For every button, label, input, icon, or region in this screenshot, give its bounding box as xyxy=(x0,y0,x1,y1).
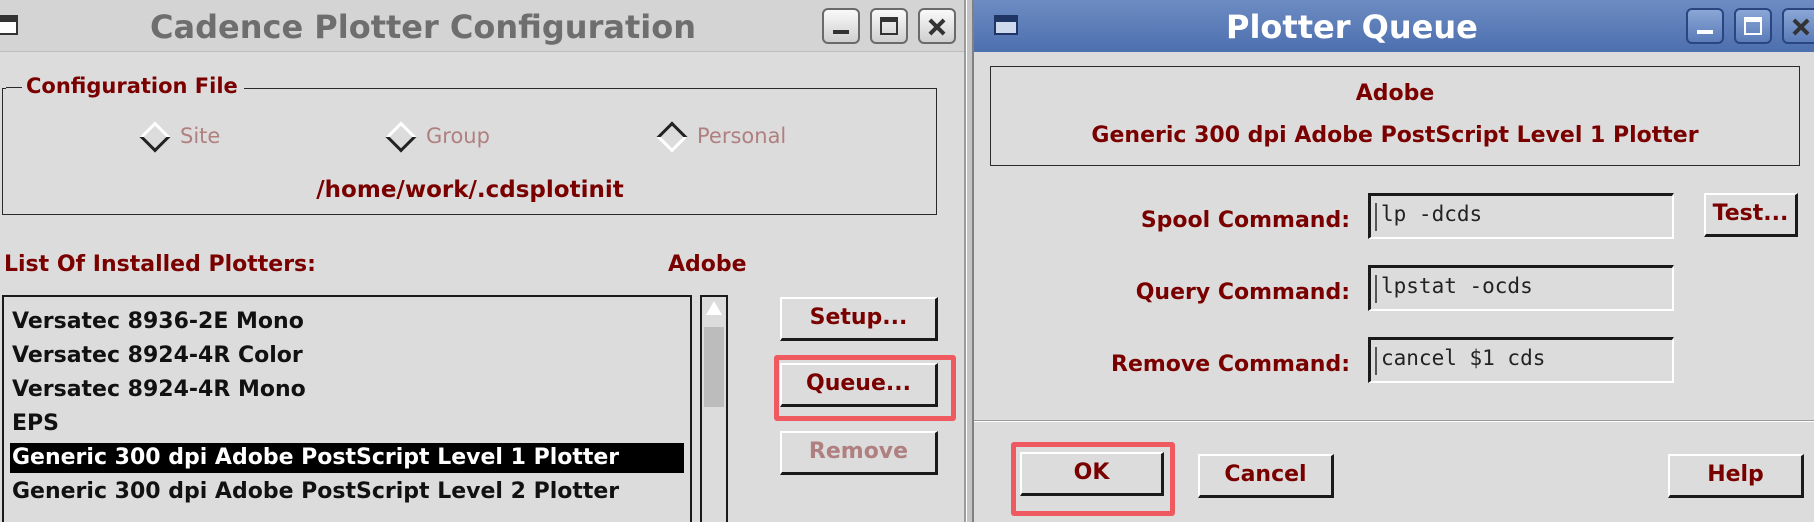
spool-command-label: Spool Command: xyxy=(1140,208,1350,233)
installed-plotters-label: List Of Installed Plotters: xyxy=(4,252,316,277)
minimize-icon xyxy=(1697,30,1713,34)
configuration-file-label: Configuration File xyxy=(6,74,244,98)
minimize-button[interactable] xyxy=(1686,8,1724,44)
window-menu-icon[interactable] xyxy=(994,15,1018,35)
help-button[interactable]: Help xyxy=(1668,454,1804,498)
installed-plotters-list[interactable]: Versatec 8936-2E Mono Versatec 8924-4R C… xyxy=(2,295,692,522)
list-item[interactable]: Generic 300 dpi Adobe PostScript Level 2… xyxy=(10,477,684,507)
close-icon xyxy=(1784,10,1814,42)
ok-button[interactable]: OK xyxy=(1020,452,1164,496)
list-item[interactable]: Versatec 8924-4R Mono xyxy=(10,375,684,405)
spool-command-value: lp -dcds xyxy=(1381,202,1483,226)
queue-titlebar[interactable]: Plotter Queue xyxy=(974,0,1814,52)
plotter-info-box: Adobe Generic 300 dpi Adobe PostScript L… xyxy=(990,66,1800,166)
plotter-config-window: Cadence Plotter Configuration Configurat… xyxy=(0,0,966,522)
maximize-button[interactable] xyxy=(1734,8,1772,44)
radio-site-label: Site xyxy=(180,124,221,148)
scroll-thumb[interactable] xyxy=(704,327,724,407)
radio-group-label: Group xyxy=(426,124,490,148)
selected-plotter-name: Adobe xyxy=(668,252,747,277)
text-caret xyxy=(1375,203,1377,231)
scroll-up-arrow-icon[interactable] xyxy=(706,301,722,315)
query-command-label: Query Command: xyxy=(1135,280,1350,305)
list-item[interactable]: EPS xyxy=(10,409,684,439)
maximize-button[interactable] xyxy=(870,8,908,44)
queue-window-title: Plotter Queue xyxy=(1226,8,1478,46)
maximize-icon xyxy=(1744,17,1762,35)
config-window-title: Cadence Plotter Configuration xyxy=(150,8,696,46)
text-caret xyxy=(1375,347,1377,375)
remove-command-value: cancel $1 cds xyxy=(1381,346,1546,370)
plotter-queue-window: Plotter Queue Adobe Generic 300 dpi Adob… xyxy=(972,0,1814,522)
radio-personal-label: Personal xyxy=(697,124,787,148)
plotter-name: Adobe xyxy=(1355,81,1435,106)
query-command-value: lpstat -ocds xyxy=(1381,274,1533,298)
list-item[interactable]: Versatec 8924-4R Color xyxy=(10,341,684,371)
config-titlebar[interactable]: Cadence Plotter Configuration xyxy=(0,0,964,52)
config-file-path: /home/work/.cdsplotinit xyxy=(316,177,624,203)
minimize-button[interactable] xyxy=(822,8,860,44)
list-item[interactable]: Versatec 8936-2E Mono xyxy=(10,307,684,337)
remove-button[interactable]: Remove xyxy=(780,431,938,475)
window-menu-icon[interactable] xyxy=(0,15,18,35)
cancel-button[interactable]: Cancel xyxy=(1198,454,1334,498)
close-button[interactable] xyxy=(918,8,956,44)
plotters-scrollbar[interactable] xyxy=(700,295,728,522)
close-button[interactable] xyxy=(1782,8,1814,44)
maximize-icon xyxy=(880,17,898,35)
spool-command-input[interactable]: lp -dcds xyxy=(1368,193,1674,239)
minimize-icon xyxy=(833,30,849,34)
query-command-input[interactable]: lpstat -ocds xyxy=(1368,265,1674,311)
queue-button[interactable]: Queue... xyxy=(780,363,938,407)
dialog-separator xyxy=(974,420,1814,422)
test-button[interactable]: Test... xyxy=(1704,193,1798,237)
list-item-selected[interactable]: Generic 300 dpi Adobe PostScript Level 1… xyxy=(10,443,684,473)
remove-command-input[interactable]: cancel $1 cds xyxy=(1368,337,1674,383)
close-icon xyxy=(920,10,954,42)
remove-command-label: Remove Command: xyxy=(1111,352,1350,377)
text-caret xyxy=(1375,275,1377,303)
plotter-description: Generic 300 dpi Adobe PostScript Level 1… xyxy=(1091,123,1699,148)
setup-button[interactable]: Setup... xyxy=(780,297,938,341)
